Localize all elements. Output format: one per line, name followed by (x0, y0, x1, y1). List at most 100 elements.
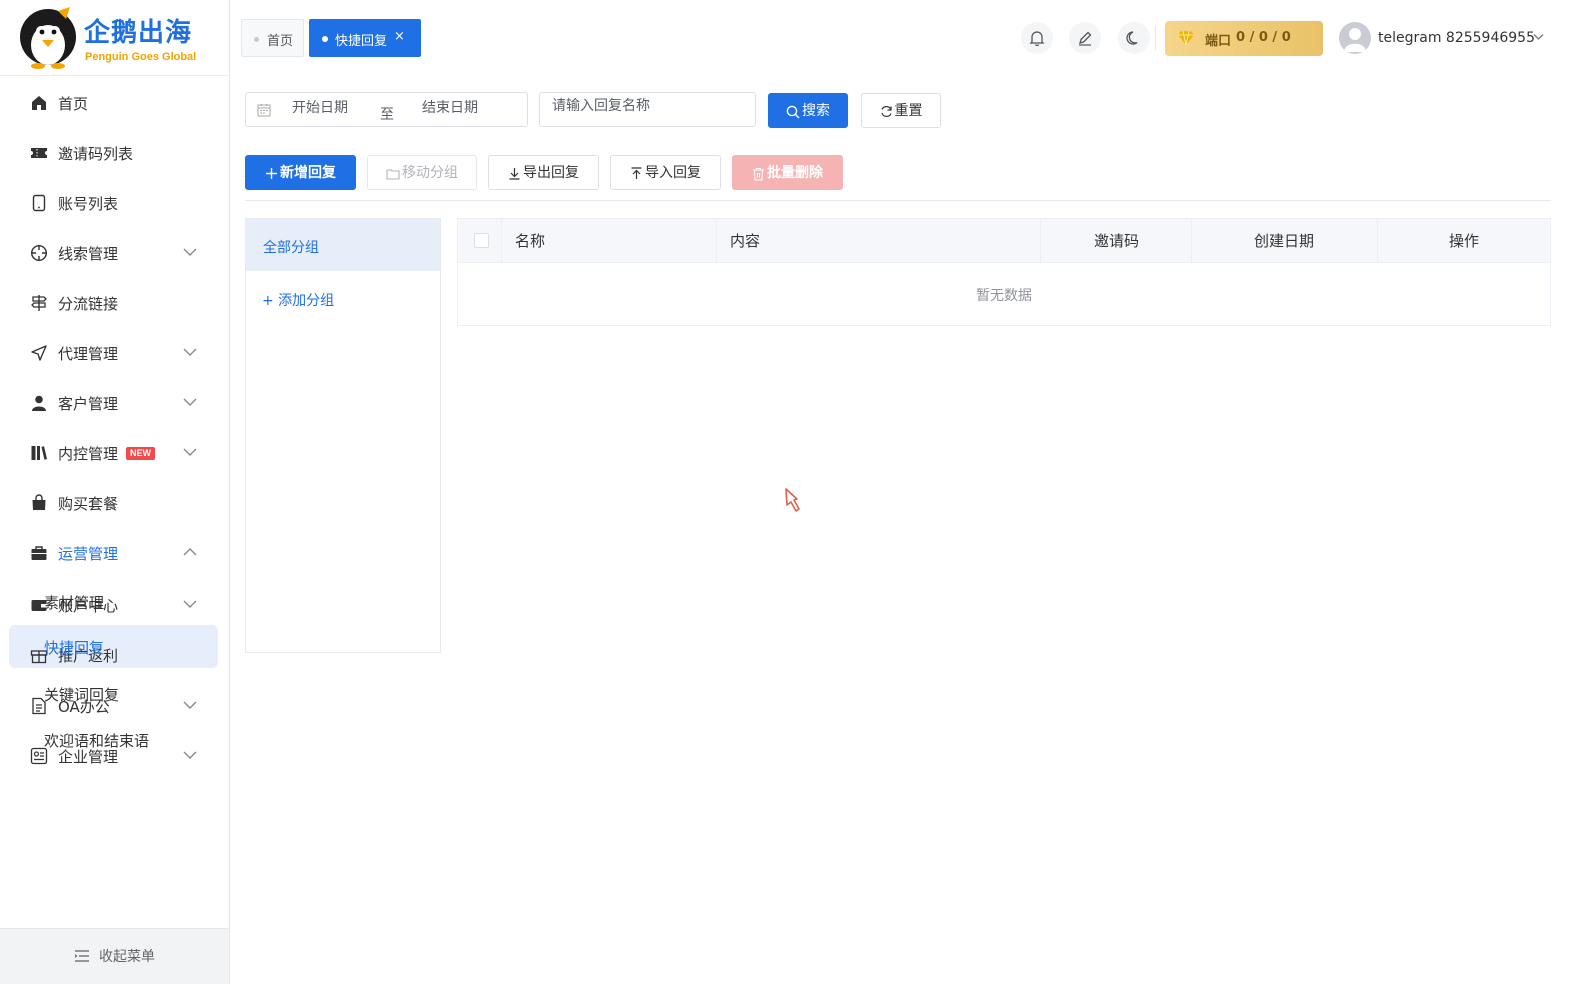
sidebar-item-customers[interactable]: 客户管理 (0, 383, 229, 423)
port-badge[interactable]: 端口 0 / 0 / 0 (1165, 21, 1323, 56)
select-all-checkbox[interactable] (474, 233, 489, 248)
edit-button[interactable] (1069, 22, 1101, 54)
import-reply-button[interactable]: 导入回复 (610, 155, 721, 190)
sidebar-item-internal-control[interactable]: 内控管理 NEW (0, 433, 229, 473)
chevron-down-icon (183, 348, 197, 356)
chevron-up-icon (183, 548, 197, 556)
search-button-label: 搜索 (802, 103, 830, 119)
ticket-icon (31, 148, 47, 158)
table-header: 名称 内容 邀请码 创建日期 操作 (458, 219, 1550, 263)
group-item-all[interactable]: 全部分组 (246, 219, 440, 271)
hand-cursor-icon (785, 488, 800, 512)
chevron-down-icon (183, 248, 197, 256)
refresh-icon (880, 106, 892, 117)
group-panel: 全部分组 + 添加分组 (245, 218, 441, 653)
import-reply-label: 导入回复 (645, 165, 701, 181)
upload-icon (631, 167, 642, 179)
tab-dot (254, 37, 259, 42)
send-icon (31, 345, 47, 361)
user-icon (32, 395, 46, 411)
header-divider (1155, 26, 1156, 50)
moon-icon (1126, 31, 1138, 45)
trash-icon (753, 167, 764, 181)
search-button[interactable]: 搜索 (768, 93, 848, 128)
column-divider (716, 219, 717, 263)
search-icon (786, 105, 800, 118)
batch-delete-button[interactable]: 批量删除 (732, 155, 843, 190)
avatar[interactable] (1339, 22, 1371, 54)
tab-label: 首页 (267, 34, 294, 49)
tab-home[interactable]: 首页 (241, 19, 304, 57)
plus-icon (266, 168, 277, 179)
start-date-input[interactable]: 开始日期 (292, 97, 348, 117)
notification-button[interactable] (1021, 22, 1053, 54)
sidebar-item-leads[interactable]: 线索管理 (0, 233, 229, 273)
date-range-picker[interactable]: 开始日期 至 结束日期 (245, 92, 528, 127)
move-group-button[interactable]: 移动分组 (367, 155, 477, 190)
submenu-item-quick-reply[interactable]: 快捷回复 (44, 637, 104, 658)
add-reply-button[interactable]: 新增回复 (245, 155, 356, 190)
submenu-item-welcome-closing[interactable]: 欢迎语和结束语 (44, 730, 149, 751)
sidebar-item-label: 首页 (58, 95, 89, 113)
sidebar-item-split-links[interactable]: 分流链接 (0, 283, 229, 323)
logo: 企鹅出海 Penguin Goes Global (0, 0, 229, 76)
batch-delete-label: 批量删除 (767, 165, 823, 181)
sidebar-item-invite-codes[interactable]: 邀请码列表 (0, 133, 229, 173)
collapse-menu-button[interactable]: 收起菜单 (0, 928, 229, 984)
sidebar-item-buy-package[interactable]: 购买套餐 (0, 483, 229, 523)
export-reply-button[interactable]: 导出回复 (488, 155, 599, 190)
sidebar-item-proxy[interactable]: 代理管理 (0, 333, 229, 373)
folder-icon (386, 168, 400, 180)
reset-button[interactable]: 重置 (861, 93, 941, 128)
new-badge: NEW (126, 447, 155, 460)
chevron-down-icon[interactable] (1533, 33, 1544, 41)
penguin-logo-icon (20, 7, 76, 69)
tab-quick-reply[interactable]: 快捷回复 × (309, 19, 421, 57)
add-reply-label: 新增回复 (280, 165, 336, 181)
column-header-content: 内容 (730, 232, 761, 250)
user-avatar-icon (1344, 28, 1366, 52)
compass-icon (30, 244, 48, 262)
user-name[interactable]: telegram 8255946955 (1378, 30, 1535, 46)
column-divider (501, 219, 502, 263)
briefcase-icon (31, 546, 47, 560)
books-icon (31, 446, 47, 460)
submenu-item-keyword-reply[interactable]: 关键词回复 (44, 684, 119, 705)
sidebar-item-account-center[interactable]: 账户中心 (0, 585, 229, 625)
sidebar-item-referral[interactable]: 推广返利 (0, 635, 229, 675)
move-group-label: 移动分组 (402, 165, 458, 181)
sidebar-item-label: 邀请码列表 (58, 145, 134, 163)
add-group-button[interactable]: + 添加分组 (262, 290, 334, 310)
column-divider (1040, 219, 1041, 263)
reply-name-input[interactable] (540, 93, 755, 126)
top-header: 首页 快捷回复 × 端口 0 / 0 / 0 telegram 82559469… (230, 0, 1584, 76)
port-label: 端口 (1205, 34, 1232, 49)
sidebar-item-label: 代理管理 (58, 345, 119, 363)
port-value: 0 / 0 / 0 (1236, 30, 1291, 45)
collapse-menu-label: 收起菜单 (99, 949, 155, 965)
submenu-item-materials[interactable]: 素材管理 (44, 592, 104, 613)
tab-dot (322, 36, 328, 42)
brand-title: 企鹅出海 (84, 18, 193, 48)
sidebar-item-label: 内控管理 (58, 445, 119, 463)
column-header-invite-code: 邀请码 (1094, 232, 1140, 250)
sidebar-item-home[interactable]: 首页 (0, 83, 229, 123)
pen-icon (1079, 31, 1092, 46)
sidebar-item-accounts[interactable]: 账号列表 (0, 183, 229, 223)
chevron-down-icon (183, 448, 197, 456)
sidebar-item-operations[interactable]: 运营管理 (0, 533, 229, 573)
menu-fold-icon (75, 950, 89, 962)
column-header-actions: 操作 (1449, 232, 1480, 250)
dark-mode-toggle[interactable] (1118, 22, 1150, 54)
chevron-down-icon (183, 600, 197, 608)
group-item-label: 全部分组 (263, 240, 319, 256)
close-icon[interactable]: × (394, 29, 405, 44)
sidebar-item-label: 分流链接 (58, 295, 119, 313)
toolbar-divider (245, 200, 1551, 201)
reply-name-field[interactable] (539, 92, 756, 127)
sidebar-item-label: 购买套餐 (58, 495, 119, 513)
sidebar-item-label: 账号列表 (58, 195, 119, 213)
end-date-input[interactable]: 结束日期 (422, 97, 478, 117)
sidebar-item-label: 线索管理 (58, 245, 119, 263)
sidebar-item-label: 运营管理 (58, 545, 119, 563)
